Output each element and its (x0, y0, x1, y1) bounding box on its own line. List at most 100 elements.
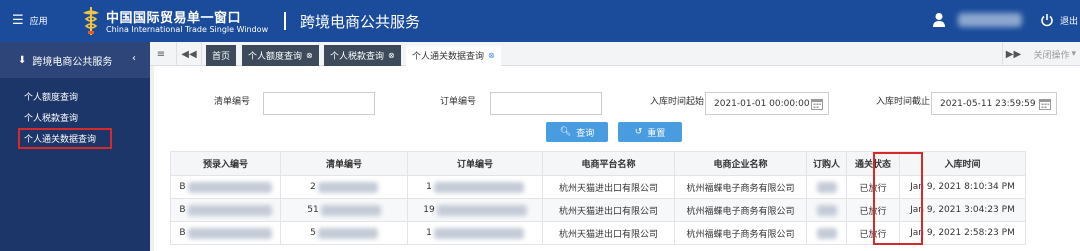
col-order-no[interactable]: 订单编号 (407, 151, 543, 176)
cell-platform-name: 杭州天猫进出口有限公司 (542, 175, 675, 199)
pre-entry-prefix: B (179, 182, 186, 192)
tab-home[interactable]: 首页 (206, 45, 237, 66)
close-operations-dropdown[interactable]: 关闭操作 ▾ (1033, 42, 1076, 66)
cell-customs-status: 已放行 (846, 221, 900, 245)
title-divider (284, 12, 286, 30)
user-area: 退出 (932, 12, 1078, 28)
reset-button-label: 重置 (647, 128, 666, 139)
manifest-no-input[interactable] (263, 92, 375, 115)
sidebar-item-quota[interactable]: 个人额度查询 (0, 86, 150, 107)
chevron-left-icon[interactable]: ‹ (132, 53, 136, 64)
redacted-value (433, 181, 524, 193)
query-button-label: 查询 (576, 128, 595, 139)
logout-link[interactable]: 退出 (1060, 14, 1078, 27)
col-customs-status[interactable]: 通关状态 (846, 151, 900, 176)
col-pre-entry-no[interactable]: 预录入编号 (170, 151, 281, 176)
single-window-logo-icon (83, 7, 99, 35)
tab-customs[interactable]: 个人通关数据查询 ⊗ (406, 45, 501, 66)
order-prefix: 1 (426, 182, 432, 192)
close-icon[interactable]: ⊗ (388, 51, 395, 60)
sidebar-header[interactable]: ⬇ 跨境电商公共服务 ‹ (0, 42, 150, 78)
cell-buyer (806, 175, 847, 199)
sidebar: ⬇ 跨境电商公共服务 ‹ 个人额度查询 个人税款查询 个人通关数据查询 (0, 42, 150, 251)
cell-pre-entry-no: B (170, 221, 281, 245)
table-header-row: 预录入编号 清单编号 订单编号 电商平台名称 电商企业名称 订购人 通关状态 入… (170, 151, 1026, 176)
cell-storage-time: Jan 9, 2021 3:04:23 PM (899, 198, 1026, 222)
sidebar-item-customs[interactable]: 个人通关数据查询 (18, 128, 112, 149)
content-scrollbar[interactable] (150, 66, 154, 251)
col-platform-name[interactable]: 电商平台名称 (542, 151, 675, 176)
end-time-value: 2021-05-11 23:59:59 (940, 98, 1036, 109)
cell-platform-name: 杭州天猫进出口有限公司 (542, 198, 675, 222)
cell-customs-status: 已放行 (846, 198, 900, 222)
col-storage-time[interactable]: 入库时间 (899, 151, 1026, 176)
redacted-value (816, 227, 837, 239)
search-icon: 🔍︎ (559, 127, 572, 137)
redacted-value (187, 227, 272, 239)
customs-data-table: 预录入编号 清单编号 订单编号 电商平台名称 电商企业名称 订购人 通关状态 入… (170, 151, 1026, 245)
top-bar: ☰ 应用 中国国际贸易单一窗口 China International Trad… (0, 0, 1080, 42)
col-enterprise-name[interactable]: 电商企业名称 (674, 151, 807, 176)
reset-button[interactable]: ↺ 重置 (618, 122, 682, 142)
tab-quota-label: 个人额度查询 (248, 52, 303, 62)
cell-storage-time: Jan 9, 2021 2:58:23 PM (899, 221, 1026, 245)
cell-platform-name: 杭州天猫进出口有限公司 (542, 221, 675, 245)
manifest-no-label: 清单编号 (214, 97, 251, 107)
brand-title-en: China International Trade Single Window (106, 25, 269, 34)
brand-title-cn: 中国国际贸易单一窗口 (106, 11, 242, 26)
redacted-value (816, 181, 837, 193)
cell-pre-entry-no: B (170, 198, 281, 222)
tab-tax-label: 个人税款查询 (330, 52, 385, 62)
sidebar-item-tax[interactable]: 个人税款查询 (0, 107, 150, 128)
calendar-icon[interactable] (1039, 98, 1051, 110)
cell-manifest-no: 5 (280, 221, 408, 245)
chevron-down-icon: ▾ (1071, 49, 1076, 59)
table-row[interactable]: B 5 1 杭州天猫进出口有限公司 杭州福蝶电子商务有限公司 已放行 Jan 9… (170, 221, 1026, 245)
redacted-value (433, 227, 524, 239)
redacted-value (317, 227, 378, 239)
manifest-prefix: 51 (307, 205, 319, 215)
close-icon[interactable]: ⊗ (488, 51, 495, 60)
user-icon[interactable] (932, 12, 946, 28)
cell-enterprise-name: 杭州福蝶电子商务有限公司 (674, 198, 807, 222)
cell-order-no: 1 (407, 175, 543, 199)
table-row[interactable]: B 2 1 杭州天猫进出口有限公司 杭州福蝶电子商务有限公司 已放行 Jan 9… (170, 175, 1026, 199)
menu-toggle-icon[interactable]: ≡ (150, 42, 172, 66)
manifest-prefix: 5 (310, 228, 316, 238)
pre-entry-prefix: B (179, 205, 186, 215)
start-time-input[interactable]: 2021-01-01 00:00:00 (705, 92, 829, 115)
tab-home-label: 首页 (212, 52, 231, 62)
tab-tax[interactable]: 个人税款查询 ⊗ (324, 45, 401, 66)
hamburger-icon: ☰ (12, 13, 24, 28)
download-icon: ⬇ (18, 54, 27, 66)
redacted-value (436, 204, 527, 216)
close-icon[interactable]: ⊗ (306, 51, 313, 60)
query-button[interactable]: 🔍︎ 查询 (546, 122, 608, 142)
power-icon[interactable] (1040, 13, 1054, 27)
pre-entry-prefix: B (179, 228, 186, 238)
col-manifest-no[interactable]: 清单编号 (280, 151, 408, 176)
reset-icon: ↺ (634, 127, 643, 137)
scroll-tabs-right-icon[interactable]: ▶▶ (1002, 42, 1024, 66)
user-name-redacted (958, 13, 1022, 27)
manifest-prefix: 2 (310, 182, 316, 192)
calendar-icon[interactable] (811, 98, 823, 110)
cell-buyer (806, 198, 847, 222)
order-no-input[interactable] (490, 92, 602, 115)
cell-buyer (806, 221, 847, 245)
order-prefix: 1 (426, 228, 432, 238)
col-buyer[interactable]: 订购人 (806, 151, 847, 176)
tab-quota[interactable]: 个人额度查询 ⊗ (242, 45, 319, 66)
redacted-value (320, 204, 381, 216)
cell-manifest-no: 51 (280, 198, 408, 222)
redacted-value (187, 181, 272, 193)
app-menu-button[interactable]: ☰ 应用 (12, 13, 48, 28)
table-row[interactable]: B 51 19 杭州天猫进出口有限公司 杭州福蝶电子商务有限公司 已放行 Jan… (170, 198, 1026, 222)
redacted-value (187, 204, 272, 216)
sidebar-menu: 个人额度查询 个人税款查询 个人通关数据查询 (0, 78, 150, 149)
end-time-input[interactable]: 2021-05-11 23:59:59 (931, 92, 1057, 115)
cell-enterprise-name: 杭州福蝶电子商务有限公司 (674, 175, 807, 199)
scroll-tabs-left-icon[interactable]: ◀◀ (176, 42, 202, 66)
start-time-label: 入库时间起始 (650, 97, 705, 107)
redacted-value (317, 181, 378, 193)
